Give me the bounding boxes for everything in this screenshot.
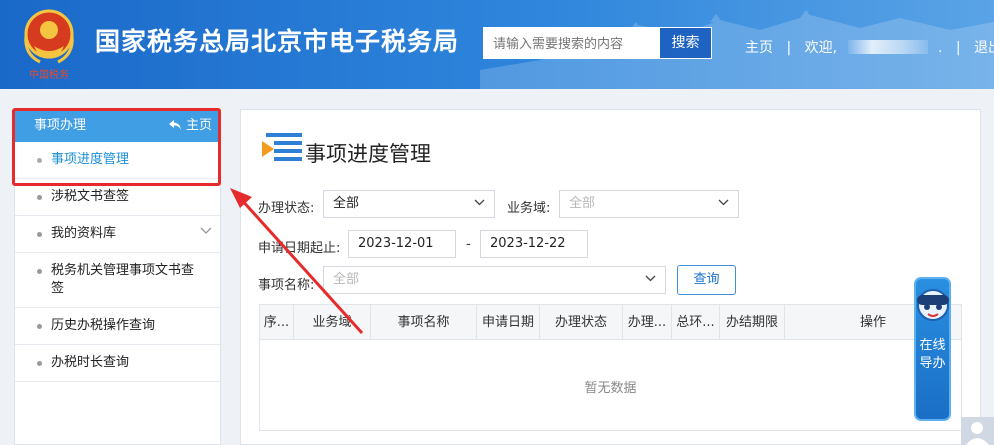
back-arrow-icon	[168, 120, 181, 130]
item-name-select[interactable]: 全部	[323, 266, 666, 294]
blurred-username	[847, 40, 928, 54]
search-input[interactable]	[483, 27, 659, 59]
tax-emblem-logo: 中国税务	[24, 9, 74, 81]
start-date-input[interactable]: 2023-12-01	[348, 230, 456, 258]
column-header[interactable]: 业务域	[294, 305, 371, 340]
bullet-icon	[37, 324, 42, 329]
status-select[interactable]: 全部	[323, 190, 495, 218]
column-header[interactable]: 申请日期	[477, 305, 540, 340]
status-select-value: 全部	[333, 196, 360, 211]
date-separator: -	[466, 237, 471, 252]
end-date-input[interactable]: 2023-12-22	[480, 230, 588, 258]
column-header[interactable]: 序...	[260, 305, 294, 340]
table-header: 序... 业务域 事项名称 申请日期 办理状态 办理... 总环... 办结期限…	[260, 305, 961, 340]
date-range-label: 申请日期起止:	[258, 241, 341, 256]
column-header[interactable]: 总环...	[672, 305, 720, 340]
column-header[interactable]: 办理...	[623, 305, 672, 340]
bullet-icon	[37, 361, 42, 366]
results-table: 序... 业务域 事项名称 申请日期 办理状态 办理... 总环... 办结期限…	[259, 304, 962, 431]
column-header[interactable]: 事项名称	[371, 305, 477, 340]
sidebar-item-progress[interactable]: 事项进度管理	[15, 142, 220, 179]
online-guide-label: 在线导办	[919, 338, 946, 371]
chevron-down-icon	[645, 275, 656, 282]
top-links: 主页 | 欢迎, . | 退出	[745, 37, 994, 57]
chevron-down-icon	[474, 199, 485, 206]
page-title: 事项进度管理	[305, 142, 431, 166]
sidebar-header: 事项办理 主页	[15, 110, 220, 142]
item-name-select-value: 全部	[333, 272, 360, 287]
sidebar-item-library[interactable]: 我的资料库	[15, 216, 220, 253]
sidebar-title: 事项办理	[34, 118, 87, 133]
user-profile-button[interactable]	[961, 417, 994, 445]
logout-link[interactable]: 退出	[974, 37, 994, 57]
list-progress-icon	[262, 133, 302, 161]
bullet-icon	[37, 195, 42, 200]
chevron-down-icon	[718, 199, 729, 206]
column-header[interactable]: 办理状态	[540, 305, 623, 340]
domain-select[interactable]: 全部	[559, 190, 739, 218]
user-icon	[966, 422, 989, 445]
sidebar-item-label: 税务机关管理事项文书查签	[51, 263, 195, 296]
separator: |	[786, 40, 792, 56]
sidebar-item-label: 事项进度管理	[51, 152, 130, 167]
bullet-icon	[37, 232, 42, 237]
sidebar: 事项办理 主页 事项进度管理 涉税文书查签 我的资料库 税务机关管理事项文书查签…	[14, 109, 221, 445]
header-bar: 中国税务 国家税务总局北京市电子税务局 搜索 主页 | 欢迎, . | 退出	[0, 0, 994, 89]
domain-label: 业务域:	[507, 201, 551, 216]
online-guide-widget[interactable]: 在线导办	[914, 277, 951, 421]
svg-text:中国税务: 中国税务	[29, 68, 69, 81]
column-header[interactable]: 办结期限	[720, 305, 785, 340]
bullet-icon	[37, 269, 42, 274]
home-link[interactable]: 主页	[745, 37, 773, 57]
main-panel: 事项进度管理 办理状态: 全部 业务域: 全部 申请日期起止: 2023-12-…	[240, 109, 981, 445]
sidebar-home-link[interactable]: 主页	[168, 110, 212, 142]
item-name-label: 事项名称:	[258, 278, 315, 293]
separator: |	[955, 40, 961, 56]
sidebar-item-label: 办税时长查询	[51, 355, 130, 370]
sidebar-item-authority-docs[interactable]: 税务机关管理事项文书查签	[15, 253, 220, 308]
status-label: 办理状态:	[258, 201, 315, 216]
sidebar-item-documents[interactable]: 涉税文书查签	[15, 179, 220, 216]
sidebar-home-label: 主页	[185, 118, 212, 133]
search-button[interactable]: 搜索	[659, 27, 712, 59]
query-button[interactable]: 查询	[677, 265, 736, 295]
site-title: 国家税务总局北京市电子税务局	[95, 27, 460, 56]
chevron-down-icon	[200, 227, 212, 234]
empty-state-text: 暂无数据	[584, 381, 637, 396]
dot-text: .	[937, 40, 943, 56]
sidebar-item-history[interactable]: 历史办税操作查询	[15, 308, 220, 345]
robot-assistant-icon	[917, 289, 949, 321]
domain-select-value: 全部	[569, 196, 596, 211]
bullet-icon	[37, 158, 42, 163]
sidebar-item-label: 我的资料库	[51, 226, 117, 241]
sidebar-item-label: 历史办税操作查询	[51, 318, 156, 333]
sidebar-item-duration[interactable]: 办税时长查询	[15, 345, 220, 382]
sidebar-item-label: 涉税文书查签	[51, 189, 130, 204]
welcome-text: 欢迎,	[804, 40, 838, 56]
